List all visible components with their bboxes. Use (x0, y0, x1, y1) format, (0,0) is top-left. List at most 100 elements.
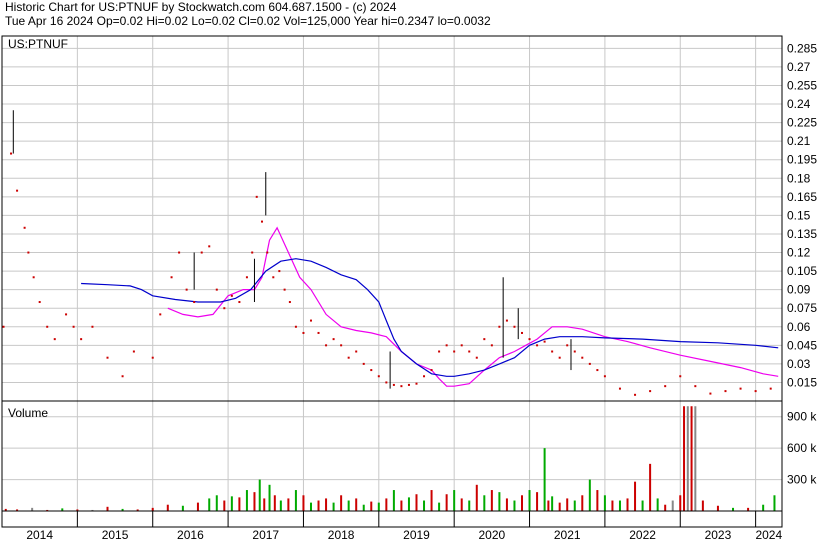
volume-bar (683, 406, 686, 511)
volume-bar (325, 498, 328, 511)
price-point (664, 385, 667, 388)
price-point (581, 356, 584, 359)
price-tick-label: 0.12 (787, 246, 811, 260)
price-point (278, 270, 281, 273)
price-point (438, 350, 441, 353)
price-point (551, 350, 554, 353)
price-tick-label: 0.18 (787, 171, 811, 185)
volume-bar (634, 481, 637, 511)
price-point (178, 251, 181, 254)
price-point (106, 356, 109, 359)
price-point (528, 338, 531, 341)
price-point (445, 344, 448, 347)
volume-bar (513, 500, 516, 511)
volume-tick-label: 600 k (787, 441, 817, 455)
price-point (185, 288, 188, 291)
volume-bar (716, 505, 719, 511)
price-tick-label: 0.075 (787, 301, 817, 315)
price-point (709, 392, 712, 395)
price-grid (2, 36, 782, 401)
price-point (754, 390, 757, 393)
volume-bar (423, 500, 426, 511)
price-point (536, 344, 539, 347)
volume-bar (181, 505, 184, 511)
volume-bar (690, 406, 693, 511)
volume-bar (498, 492, 501, 511)
volume-bar (287, 498, 290, 511)
panel-frames (1, 35, 783, 528)
price-point (65, 313, 68, 316)
price-point (266, 251, 269, 254)
price-point (468, 350, 471, 353)
long-moving-average-line (81, 258, 779, 377)
volume-bar (238, 497, 241, 511)
price-point (679, 375, 682, 378)
price-point (27, 251, 30, 254)
volume-bar (762, 504, 765, 511)
price-point (302, 331, 305, 334)
price-point (634, 393, 637, 396)
price-point (543, 340, 546, 343)
volume-bar (475, 484, 478, 511)
price-tick-label: 0.285 (787, 41, 817, 55)
volume-panel-title: Volume (8, 406, 48, 420)
volume-bar (460, 498, 463, 511)
year-label: 2014 (26, 528, 53, 542)
price-point (255, 195, 258, 198)
price-point (475, 356, 478, 359)
price-tick-label: 0.045 (787, 338, 817, 352)
stock-chart: Historic Chart for US:PTNUF by Stockwatc… (0, 0, 830, 543)
price-point (215, 288, 218, 291)
price-point (453, 350, 456, 353)
price-point (498, 325, 501, 328)
price-tick-label: 0.15 (787, 208, 811, 222)
volume-bar (453, 490, 456, 511)
price-point (355, 350, 358, 353)
price-tick-label: 0.09 (787, 283, 811, 297)
volume-bar (370, 501, 373, 511)
price-point (251, 251, 254, 254)
price-tick-label: 0.255 (787, 78, 817, 92)
volume-bar (294, 490, 297, 511)
volume-bar (407, 497, 410, 511)
price-point (80, 338, 83, 341)
volume-bar (106, 506, 109, 511)
volume-bar (392, 490, 395, 511)
price-point (223, 307, 226, 310)
volume-bar (430, 490, 433, 511)
price-point (603, 375, 606, 378)
volume-bar (505, 498, 508, 511)
volume-bar (656, 498, 659, 511)
price-point (245, 276, 248, 279)
price-point (46, 325, 49, 328)
price-point (340, 344, 343, 347)
price-point (159, 313, 162, 316)
volume-bar (415, 494, 418, 511)
volume-bar (483, 495, 486, 511)
price-point (694, 385, 697, 388)
volume-bar (400, 500, 403, 511)
chart-canvas: 0.015 0.03 0.045 0.06 0.075 0.09 0.105 0.12 0.13… (1, 35, 817, 542)
price-point (294, 325, 297, 328)
price-point (230, 294, 233, 297)
volume-bar (355, 498, 358, 511)
volume-bar (362, 504, 365, 511)
volume-bar (521, 495, 523, 511)
price-tick-label: 0.105 (787, 264, 817, 278)
price-point (170, 276, 173, 279)
price-point (132, 350, 135, 353)
volume-bar (166, 504, 169, 511)
year-label: 2022 (629, 528, 656, 542)
moving-average-lines (81, 226, 779, 387)
price-point (769, 387, 772, 390)
price-point (407, 383, 410, 386)
volume-bar (268, 484, 271, 511)
price-point (288, 301, 291, 304)
price-point (325, 344, 328, 347)
price-panel-frame (1, 35, 783, 402)
price-point (377, 375, 380, 378)
year-label: 2015 (102, 528, 129, 542)
price-point (739, 387, 742, 390)
volume-grid (2, 401, 782, 511)
price-point (513, 325, 516, 328)
